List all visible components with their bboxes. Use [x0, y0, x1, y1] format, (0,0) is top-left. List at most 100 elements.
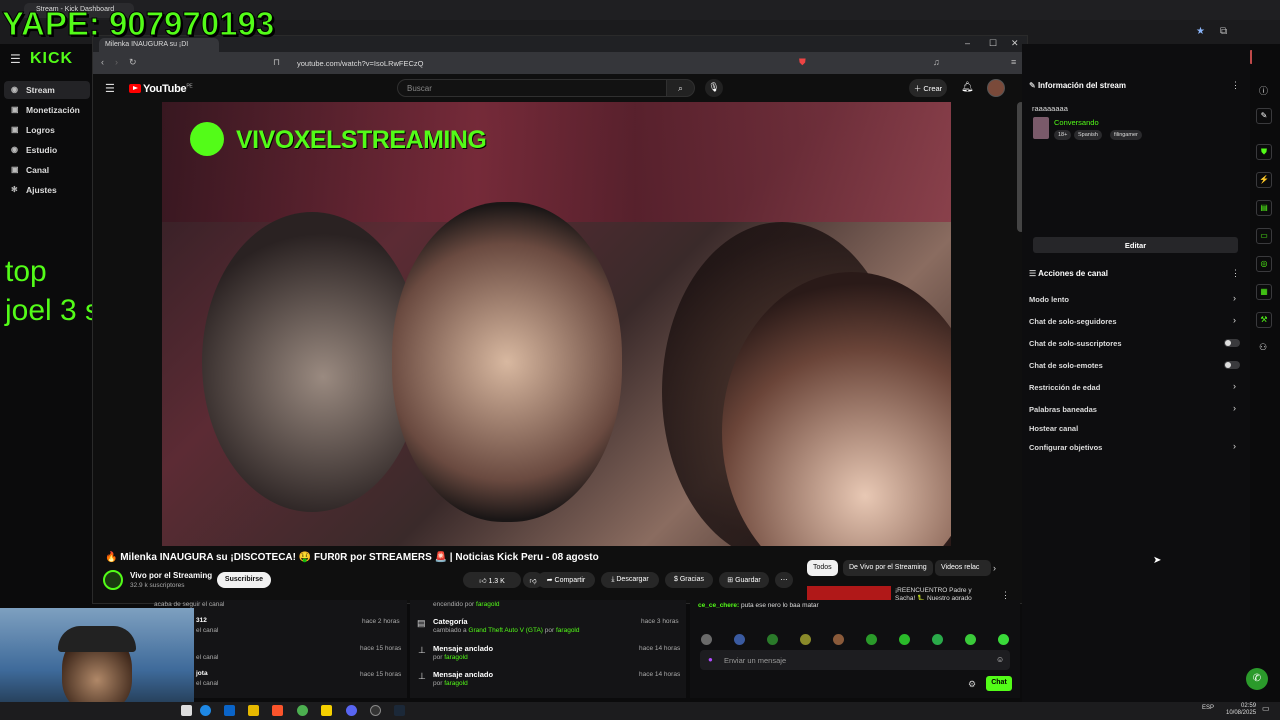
chip-todos[interactable]: Todos [807, 560, 838, 576]
chip-de-vivo[interactable]: De Vivo por el Streaming [843, 560, 933, 576]
bookmark-icon[interactable]: ⊓ [273, 57, 280, 68]
emote-icon[interactable] [899, 634, 910, 645]
bell-icon[interactable]: 🔔︎ [961, 82, 974, 93]
video-player[interactable]: VIVOXELSTREAMING ▼ [162, 102, 951, 546]
edge-icon[interactable] [200, 705, 211, 716]
action-restriccion-edad[interactable]: Restricción de edad [1029, 383, 1100, 392]
emote-icon[interactable] [734, 634, 745, 645]
minimize-icon[interactable]: – [965, 38, 970, 48]
wrench-icon[interactable]: ⚒ [1256, 312, 1272, 328]
channel-name[interactable]: Vivo por el Streaming [130, 571, 212, 580]
obs-icon[interactable] [370, 705, 381, 716]
chevron-right-icon[interactable]: › [993, 563, 996, 573]
send-chat-button[interactable]: Chat [986, 676, 1012, 691]
system-clock[interactable]: 02:59 10/08/2025 [1226, 703, 1256, 717]
recommended-thumbnail[interactable] [807, 586, 891, 600]
forward-icon[interactable]: › [115, 57, 118, 67]
back-icon[interactable]: ‹ [101, 57, 104, 67]
chrome-icon[interactable] [297, 705, 308, 716]
discord-icon[interactable] [346, 705, 357, 716]
url-field[interactable]: youtube.com/watch?v=IsoLRwFECzQ [285, 56, 725, 70]
edit-icon[interactable]: ✎ [1256, 108, 1272, 124]
emote-icon[interactable] [998, 634, 1009, 645]
media-icon[interactable]: ♫ [933, 57, 940, 67]
file-explorer-icon[interactable] [248, 705, 259, 716]
sidebar-item-logros[interactable]: ▣ Logros [4, 121, 90, 139]
hamburger-menu-icon[interactable]: ☰ [10, 52, 21, 66]
thanks-button[interactable]: $ Gracias [665, 572, 713, 588]
chevron-right-icon[interactable]: › [1233, 315, 1236, 325]
reload-icon[interactable]: ↻ [129, 57, 137, 68]
sidebar-item-canal[interactable]: ▣ Canal [4, 161, 90, 179]
extensions-icon[interactable]: ⧉ [1220, 26, 1227, 37]
emoji-picker-icon[interactable]: ☺ [996, 655, 1004, 664]
emote-icon[interactable] [701, 634, 712, 645]
mic-icon[interactable]: 🎙 [705, 79, 723, 97]
toggle-solo-emotes[interactable] [1224, 361, 1240, 369]
emote-icon[interactable] [767, 634, 778, 645]
kick-logo[interactable]: KICK [30, 50, 73, 68]
edit-stream-button[interactable]: Editar [1033, 237, 1238, 253]
brave-shield-icon[interactable]: ⛊ [799, 57, 806, 68]
like-button[interactable]: 👍︎ 1.3 K [463, 572, 521, 588]
sidebar-item-stream[interactable]: ◉ Stream [4, 81, 90, 99]
grid-icon[interactable]: ▦ [1256, 284, 1272, 300]
notes-icon[interactable] [321, 705, 332, 716]
action-hostear-canal[interactable]: Hostear canal [1029, 424, 1078, 433]
subscribe-button[interactable]: Suscribirse [217, 572, 271, 588]
sidebar-item-estudio[interactable]: ◉ Estudio [4, 141, 90, 159]
more-actions-icon[interactable]: ⋯ [775, 572, 793, 588]
chevron-right-icon[interactable]: › [1233, 441, 1236, 451]
stream-category[interactable]: Conversando [1054, 118, 1099, 127]
emote-icon[interactable] [833, 634, 844, 645]
chat-input[interactable]: Enviar un mensaje [700, 650, 1010, 670]
brave-icon[interactable] [272, 705, 283, 716]
action-palabras-baneadas[interactable]: Palabras baneadas [1029, 405, 1097, 414]
download-button[interactable]: ⤓ Descargar [601, 572, 659, 588]
share-button[interactable]: ➦ Compartir [537, 572, 595, 588]
chip-videos-relacionados[interactable]: Videos relac [935, 560, 991, 576]
action-modo-lento[interactable]: Modo lento [1029, 295, 1069, 304]
kebab-menu-icon[interactable]: ⋮ [1231, 80, 1240, 91]
emote-icon[interactable] [866, 634, 877, 645]
chevron-right-icon[interactable]: › [1233, 381, 1236, 391]
bolt-icon[interactable]: ⚡ [1256, 172, 1272, 188]
yt-search-input[interactable]: Buscar [397, 79, 667, 97]
sidebar-item-ajustes[interactable]: ✻ Ajustes [4, 181, 90, 199]
action-configurar-objetivos[interactable]: Configurar objetivos [1029, 443, 1102, 452]
chat-bubble-icon[interactable]: ▭ [1256, 228, 1272, 244]
chevron-right-icon[interactable]: › [1233, 293, 1236, 303]
chevron-right-icon[interactable]: › [1233, 403, 1236, 413]
save-button[interactable]: ⊞ Guardar [719, 572, 769, 588]
channel-avatar[interactable] [103, 570, 123, 590]
outlook-icon[interactable] [224, 705, 235, 716]
support-chat-icon[interactable]: ✆ [1246, 668, 1268, 690]
chat-settings-gear-icon[interactable]: ⚙ [968, 679, 976, 690]
youtube-logo[interactable]: YouTubePE [129, 83, 193, 95]
info-icon[interactable]: ⓘ [1259, 84, 1268, 97]
language-indicator[interactable]: ESP [1202, 705, 1214, 711]
maximize-icon[interactable]: ☐ [989, 38, 997, 49]
emote-icon[interactable] [965, 634, 976, 645]
users-icon[interactable]: ⚇ [1259, 342, 1267, 353]
sidebar-item-monetizacion[interactable]: ▣ Monetización [4, 101, 90, 119]
create-button[interactable]: ＋ Crear [909, 79, 947, 97]
search-icon[interactable]: ⌕ [667, 79, 695, 97]
close-icon[interactable]: ✕ [1011, 38, 1019, 49]
browser-menu-icon[interactable]: ≡ [1011, 57, 1016, 67]
steam-icon[interactable] [394, 705, 405, 716]
clipboard-icon[interactable]: ▤ [1256, 200, 1272, 216]
broadcast-icon[interactable]: ◎ [1256, 256, 1272, 272]
emote-icon[interactable] [932, 634, 943, 645]
kebab-menu-icon[interactable]: ⋮ [1231, 268, 1240, 279]
shield-icon[interactable]: ⛊ [1256, 144, 1272, 160]
action-chat-solo-seguidores[interactable]: Chat de solo-seguidores [1029, 317, 1117, 326]
yt-user-avatar[interactable] [987, 79, 1005, 97]
notifications-icon[interactable]: ▭ [1262, 704, 1270, 713]
toggle-solo-suscriptores[interactable] [1224, 339, 1240, 347]
search-icon[interactable] [181, 705, 192, 716]
emote-icon[interactable] [800, 634, 811, 645]
star-icon[interactable]: ★ [1196, 26, 1205, 37]
yt-menu-icon[interactable]: ☰ [105, 82, 115, 95]
activity-text: por [433, 654, 443, 661]
